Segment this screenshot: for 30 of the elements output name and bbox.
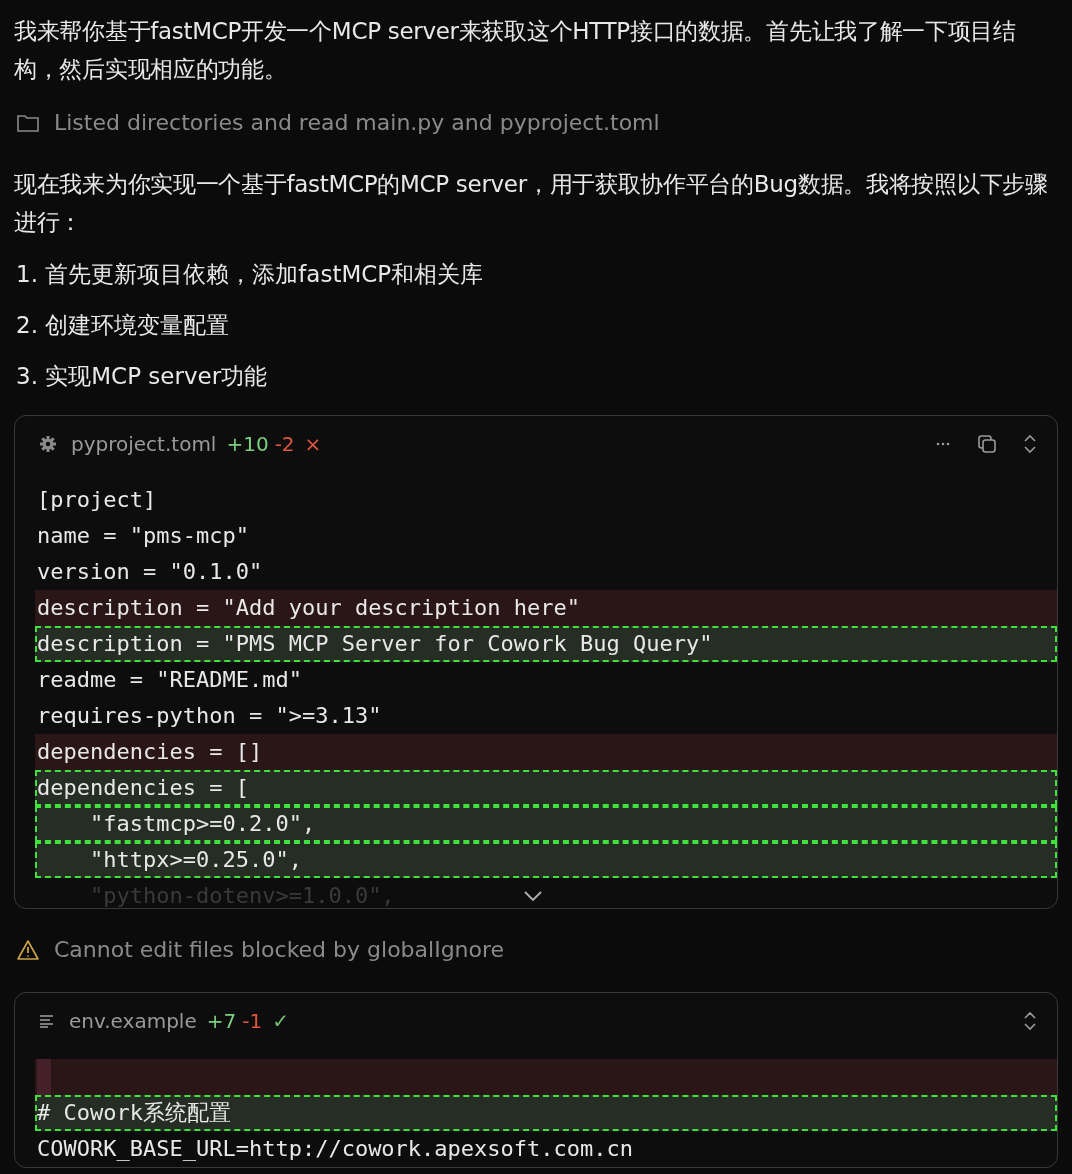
- list-item: 1. 首先更新项目依赖，添加fastMCP和相关库: [15, 260, 485, 289]
- list-item: 3. 实现MCP server功能: [15, 362, 269, 391]
- message-text: 我来帮你基于fastMCP开发一个MCP server来获取这个HTTP接口的数据。首先让我了解一下项目结构，然后实现相应的功能。: [14, 17, 1017, 84]
- file-name: env.example: [69, 1009, 197, 1033]
- list-item: 2. 创建环境变量配置: [15, 311, 231, 340]
- removed-count: -1: [242, 1009, 263, 1033]
- file-name: pyproject.toml: [71, 432, 217, 456]
- code-line: [project]: [36, 486, 158, 514]
- reject-mark: ×: [304, 432, 322, 456]
- folder-icon: [16, 112, 40, 133]
- expand-collapse-icon[interactable]: [1023, 1011, 1037, 1031]
- code-line: version = "0.1.0": [36, 558, 264, 586]
- added-count: +10: [226, 432, 269, 456]
- chevron-down-icon[interactable]: [523, 890, 543, 902]
- gear-icon: [39, 435, 57, 453]
- check-mark: ✓: [272, 1009, 289, 1033]
- code-line: readme = "README.md": [36, 666, 303, 694]
- text-file-icon: [39, 1014, 55, 1028]
- expand-collapse-icon[interactable]: [1023, 434, 1037, 454]
- removed-count: -2: [274, 432, 295, 456]
- activity-text: Listed directories and read main.py and pyproject.toml: [54, 110, 660, 135]
- message-text: 现在我来为你实现一个基于fastMCP的MCP server，用于获取协作平台的Bug数据。我将按照以下步骤进行：: [14, 170, 1049, 237]
- activity-text: Cannot edit files blocked by globalIgnore: [54, 937, 505, 962]
- code-line: name = "pms-mcp": [36, 522, 250, 550]
- warning-icon: [16, 938, 40, 961]
- more-icon[interactable]: [935, 442, 951, 446]
- added-count: +7: [206, 1009, 237, 1033]
- code-line: COWORK_BASE_URL=http://cowork.apexsoft.com.cn: [36, 1135, 635, 1163]
- code-line: requires-python = ">=3.13": [36, 702, 383, 730]
- copy-icon[interactable]: [977, 434, 997, 454]
